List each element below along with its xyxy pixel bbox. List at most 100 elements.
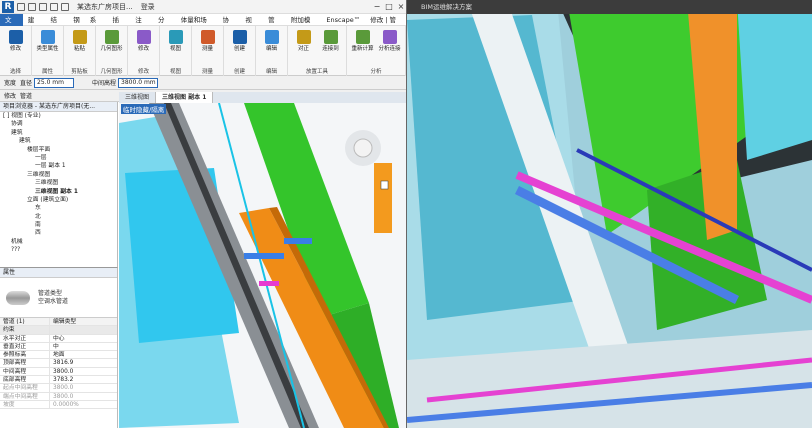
property-row: 垂直对正中 bbox=[0, 342, 117, 352]
property-value[interactable]: 3783.2 bbox=[50, 376, 117, 383]
tab-annotate[interactable]: 注释 bbox=[130, 14, 153, 36]
ribbon-group-label: 选择 bbox=[9, 69, 21, 75]
revit-logo[interactable]: R bbox=[2, 0, 14, 13]
orange-riser[interactable] bbox=[374, 163, 392, 233]
render-scene bbox=[407, 0, 812, 428]
selected-category[interactable]: 管道 bbox=[20, 91, 32, 100]
browser-tree-item[interactable]: ??? bbox=[0, 246, 117, 254]
tab-file[interactable]: 文件 bbox=[0, 13, 23, 36]
edit-type-button[interactable]: 编辑类型 bbox=[50, 318, 117, 325]
tab-enscape[interactable]: Enscape™ bbox=[321, 14, 365, 26]
ribbon-group-label: 测量 bbox=[201, 69, 213, 75]
diameter-input[interactable]: 25.0 mm bbox=[34, 77, 75, 88]
tab-3d-view-copy[interactable]: 三维视图 副本 1 bbox=[156, 92, 214, 103]
browser-tree-item[interactable]: 一层 bbox=[0, 154, 117, 162]
browser-tree-item[interactable]: 机械 bbox=[0, 238, 117, 246]
browser-tree-item[interactable]: 北 bbox=[0, 213, 117, 221]
ribbon-group-label: 创建 bbox=[233, 69, 245, 75]
tab-structure[interactable]: 结构 bbox=[46, 14, 69, 36]
ribbon-button-label: 测量 bbox=[201, 46, 213, 52]
tab-manage[interactable]: 管理 bbox=[263, 14, 286, 36]
type-selector[interactable]: 管道类型 空调水管道 bbox=[0, 278, 117, 318]
browser-tree-item[interactable]: 楼层平面 bbox=[0, 146, 117, 154]
browser-tree-item[interactable]: 建筑 bbox=[0, 129, 117, 137]
open-icon[interactable] bbox=[17, 2, 25, 11]
blue-pipe[interactable] bbox=[244, 253, 284, 259]
tab-architecture[interactable]: 建筑 bbox=[23, 14, 46, 36]
tab-modify-pipe[interactable]: 修改 | 管道 bbox=[365, 14, 407, 36]
property-key: 坡度 bbox=[0, 400, 50, 409]
browser-tree-item[interactable]: [ ] 视图 (专业) bbox=[0, 112, 117, 120]
ribbon-group: 修改 选择 bbox=[0, 26, 32, 76]
browser-tree-item[interactable]: 三维视图 bbox=[0, 179, 117, 187]
print-icon[interactable] bbox=[61, 2, 69, 11]
browser-tree-item[interactable]: 西 bbox=[0, 229, 117, 237]
property-row: 中间高程 3800.0 bbox=[0, 367, 117, 377]
selection-count[interactable]: 管道 (1) bbox=[0, 318, 50, 326]
browser-tree-item[interactable]: 三维视图 bbox=[0, 171, 117, 179]
property-row: 坡度 0.0000% bbox=[0, 400, 117, 410]
ribbon-tool-icon bbox=[200, 30, 215, 44]
minimize-button[interactable]: − bbox=[371, 2, 383, 11]
browser-tree-item[interactable]: 东 bbox=[0, 204, 117, 212]
ribbon-button-label: 分析连接 bbox=[378, 46, 401, 52]
property-value[interactable]: 中心 bbox=[50, 335, 117, 342]
property-value[interactable]: 3800.0 bbox=[50, 384, 117, 391]
property-value[interactable]: 中 bbox=[50, 343, 117, 350]
pink-pipe[interactable] bbox=[259, 281, 279, 286]
ribbon-group-label: 分析 bbox=[370, 69, 382, 75]
property-value[interactable]: 地面 bbox=[50, 351, 117, 358]
property-key: 端点中间高程 bbox=[0, 392, 50, 400]
tab-systems[interactable]: 系统 bbox=[85, 14, 108, 36]
tab-addins[interactable]: 附加模块 bbox=[286, 14, 322, 36]
temporary-hide-label: 临时隐藏/隔离 bbox=[121, 104, 167, 114]
ribbon-tool-icon bbox=[296, 30, 311, 44]
modify-filter[interactable]: 修改 bbox=[4, 91, 16, 100]
ribbon-tabs: 文件 建筑 结构 钢 系统 插入 注释 分析 体量和场地 协作 视图 管理 附加… bbox=[0, 13, 407, 36]
undo-icon[interactable] bbox=[39, 2, 47, 11]
elevation-label: 中间高程 bbox=[92, 80, 117, 87]
project-browser: 项目浏览器 - 某选东广房项目(无... [ ] 视图 (专业) 协调 建筑 建筑 楼层… bbox=[0, 102, 118, 267]
browser-tree: [ ] 视图 (专业) 协调 建筑 建筑 楼层平面 一层 一层 副本 1 三维视图 三维视图 三维… bbox=[0, 112, 117, 255]
constraints-section[interactable]: 约束 bbox=[0, 326, 50, 334]
browser-tree-item[interactable]: 三维视图 副本 1 bbox=[0, 188, 117, 196]
blue-pipe-2[interactable] bbox=[284, 238, 312, 244]
ribbon-button-label: 类型属性 bbox=[36, 46, 59, 52]
viewcube-center[interactable] bbox=[353, 138, 373, 158]
property-value[interactable]: 3800.0 bbox=[50, 368, 117, 375]
browser-tree-item[interactable]: 南 bbox=[0, 221, 117, 229]
property-value[interactable]: 3800.0 bbox=[50, 393, 117, 400]
ribbon-group: 编辑编辑 bbox=[256, 26, 288, 76]
tab-insert[interactable]: 插入 bbox=[108, 14, 131, 36]
browser-tree-item[interactable]: 建筑 bbox=[0, 137, 117, 145]
ribbon-group-label: 修改 bbox=[137, 69, 149, 75]
ribbon-group: 测量 测量 bbox=[192, 26, 224, 76]
browser-tree-item[interactable]: 一层 副本 1 bbox=[0, 162, 117, 170]
enscape-render-view[interactable]: BIM运维解决方案 bbox=[407, 0, 812, 428]
ribbon-group: 几何图形 几何图形 bbox=[96, 26, 128, 76]
width-label: 宽度 bbox=[4, 80, 17, 87]
save-icon[interactable] bbox=[28, 2, 36, 11]
browser-tree-item[interactable]: 立面 (建筑立面) bbox=[0, 196, 117, 204]
model-viewport[interactable]: 临时隐藏/隔离 bbox=[119, 103, 407, 428]
tab-3d-view[interactable]: 三维视图 bbox=[119, 92, 157, 103]
property-value[interactable]: 0.0000% bbox=[50, 401, 117, 408]
tab-steel[interactable]: 钢 bbox=[68, 14, 85, 26]
ribbon-button-label: 连接到 bbox=[322, 46, 339, 52]
diameter-label: 直径 bbox=[20, 80, 33, 87]
redo-icon[interactable] bbox=[50, 2, 58, 11]
property-value[interactable]: 3816.9 bbox=[50, 359, 117, 366]
cyan-block bbox=[737, 0, 812, 160]
type-name: 空调水管道 bbox=[38, 297, 69, 305]
tab-view[interactable]: 视图 bbox=[240, 14, 263, 36]
tab-massing[interactable]: 体量和场地 bbox=[176, 14, 218, 36]
login-link[interactable]: 登录 bbox=[141, 2, 155, 12]
ribbon-tool-icon bbox=[104, 30, 119, 44]
tab-analyze[interactable]: 分析 bbox=[153, 14, 176, 36]
browser-tree-item[interactable]: 协调 bbox=[0, 120, 117, 128]
tab-collaborate[interactable]: 协作 bbox=[218, 14, 241, 36]
ribbon-button-label: 创建 bbox=[233, 46, 245, 52]
maximize-button[interactable]: □ bbox=[383, 2, 395, 11]
ribbon-group-label: 剪贴板 bbox=[71, 69, 88, 75]
elevation-input[interactable]: 3800.0 mm bbox=[118, 77, 159, 88]
